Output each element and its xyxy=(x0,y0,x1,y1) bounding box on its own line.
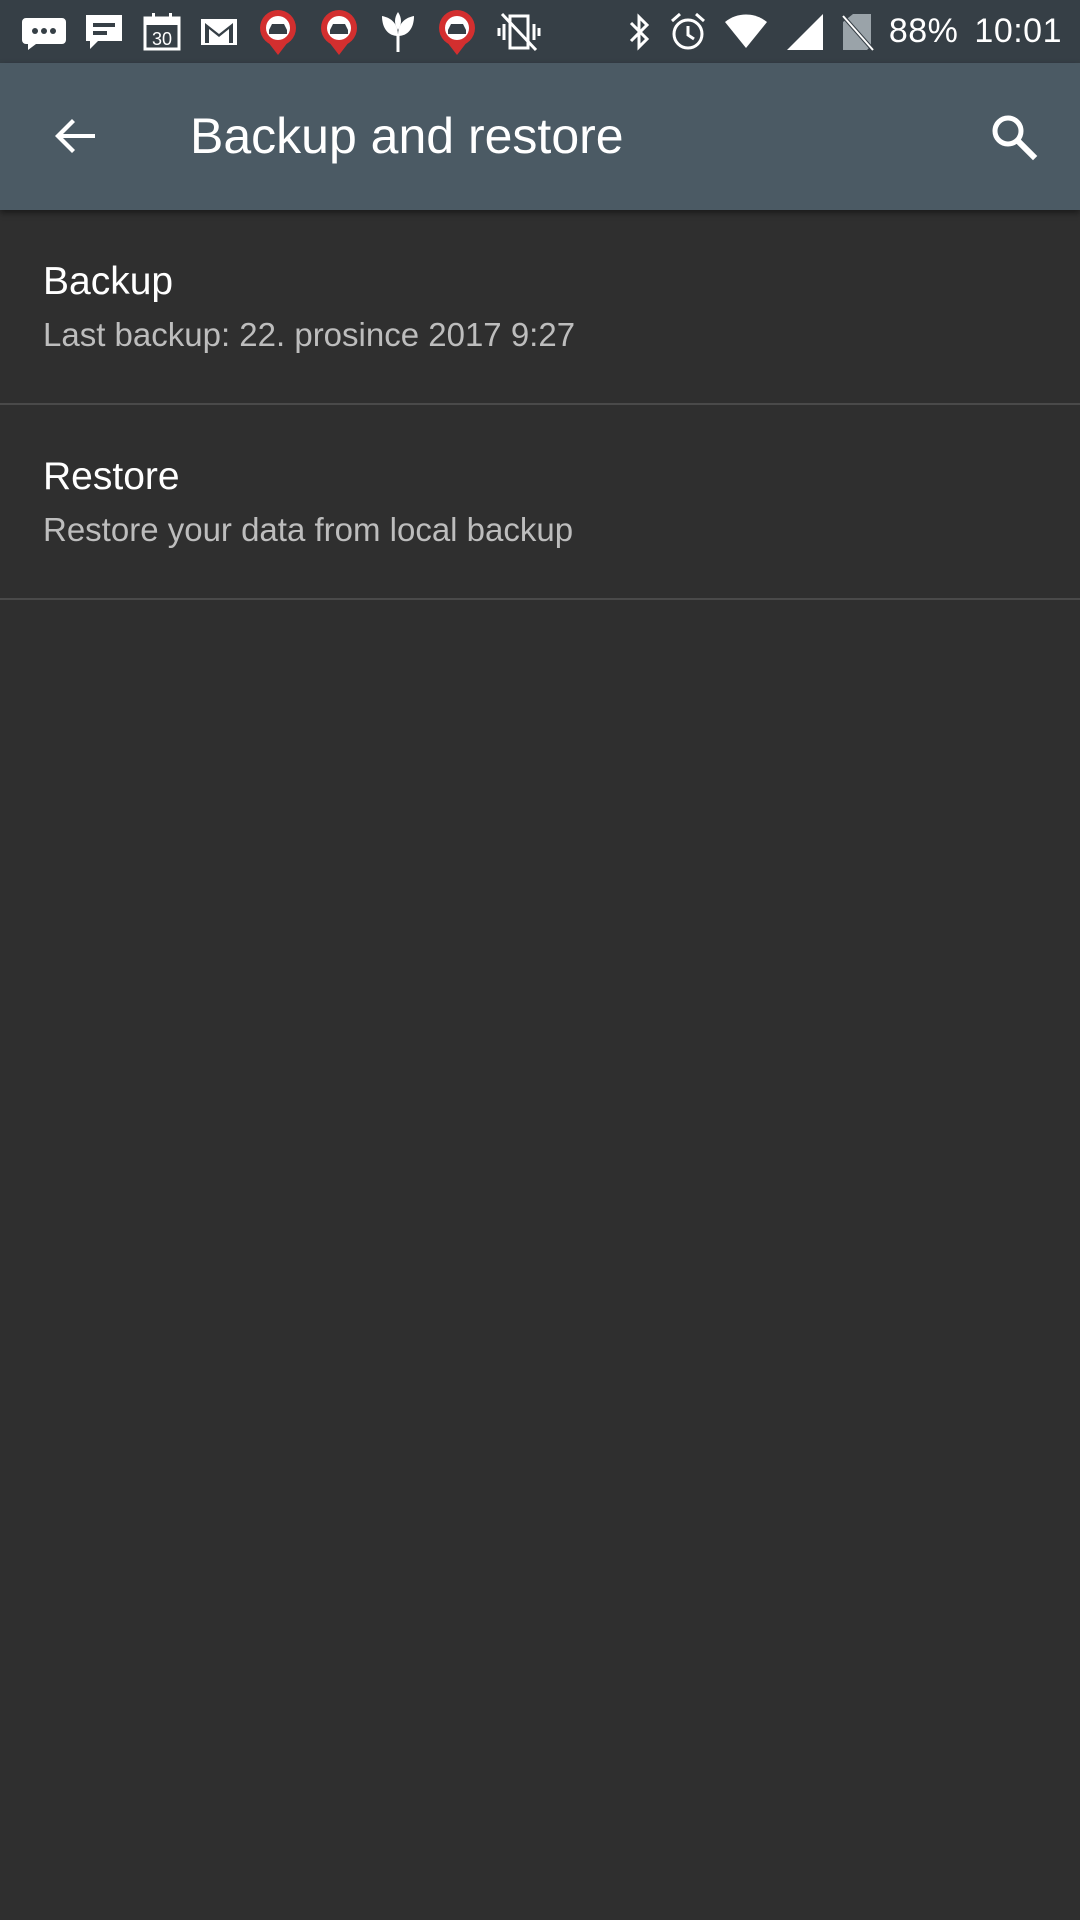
system-status: 88% 10:01 xyxy=(611,0,1062,63)
restore-summary: Restore your data from local backup xyxy=(43,511,574,548)
restore-title: Restore xyxy=(43,455,180,498)
svg-text:30: 30 xyxy=(152,29,172,49)
backup-summary: Last backup: 22. prosince 2017 9:27 xyxy=(43,316,576,353)
app-bar: Backup and restore xyxy=(0,63,1080,210)
vibrate-off-icon xyxy=(496,12,542,52)
notification-icons: 30 xyxy=(22,0,559,63)
search-icon xyxy=(988,111,1038,166)
battery-percent: 88% xyxy=(888,12,959,50)
alarm-icon xyxy=(669,12,707,52)
backup-preference[interactable]: Backup Last backup: 22. prosince 2017 9:… xyxy=(0,210,1080,405)
status-bar: 30 88% 10:01 xyxy=(0,0,1080,63)
car-sharing-icon xyxy=(256,8,300,56)
calendar-icon: 30 xyxy=(142,12,182,52)
restore-preference[interactable]: Restore Restore your data from local bac… xyxy=(0,405,1080,600)
backup-title: Backup xyxy=(43,260,174,303)
arrow-back-icon xyxy=(51,112,99,165)
wifi-icon xyxy=(723,14,769,50)
chat-icon xyxy=(83,12,125,52)
page-title: Backup and restore xyxy=(190,108,624,164)
messenger-icon xyxy=(22,14,66,50)
car-sharing-icon xyxy=(317,8,361,56)
gmail-icon xyxy=(199,16,239,48)
search-button[interactable] xyxy=(976,101,1050,175)
clock: 10:01 xyxy=(974,12,1062,50)
no-sim-icon xyxy=(841,12,875,52)
bluetooth-icon xyxy=(627,12,653,52)
cell-signal-icon xyxy=(785,12,825,52)
car-sharing-icon xyxy=(435,8,479,56)
preference-list: Backup Last backup: 22. prosince 2017 9:… xyxy=(0,210,1080,600)
back-button[interactable] xyxy=(40,103,110,173)
plant-icon xyxy=(378,10,418,54)
